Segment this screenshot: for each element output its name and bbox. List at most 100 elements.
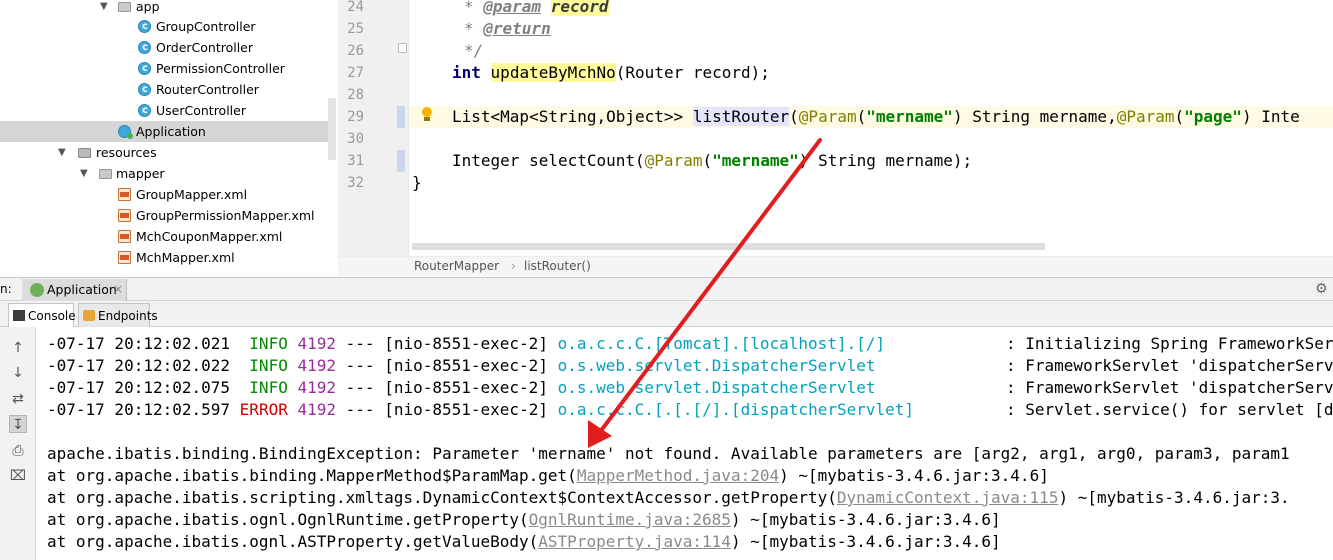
log-level: ERROR [239, 400, 288, 419]
tab-label: Console [28, 309, 76, 323]
tree-item-label: MchCouponMapper.xml [136, 229, 283, 244]
tree-item-usercontroller[interactable]: UserController [0, 100, 338, 121]
javadoc-tag: @param [483, 0, 542, 16]
code-text: ( [1174, 107, 1185, 126]
xml-file-icon [118, 230, 131, 243]
comment-text: * [464, 19, 484, 38]
chevron-down-icon[interactable]: ▼ [80, 163, 88, 184]
line-number: 25 [347, 21, 364, 37]
tree-item-resources[interactable]: ▼ resources [0, 142, 338, 163]
tree-item-label: RouterController [156, 82, 259, 97]
code-text: Integer selectCount( [452, 151, 645, 170]
line-number-gutter: 24 25 26 27 28 29 30 31 32 [338, 0, 408, 256]
log-dash: --- [345, 334, 375, 353]
code-line-32: } [412, 172, 422, 194]
log-level: INFO [249, 378, 288, 397]
scroll-to-end-icon[interactable]: ↧ [9, 415, 27, 433]
tree-item-mapper[interactable]: ▼ mapper [0, 163, 338, 184]
javadoc-param-name: record [550, 0, 609, 16]
tree-item-ordercontroller[interactable]: OrderController [0, 37, 338, 58]
code-text: } [412, 173, 422, 192]
tree-item-label: GroupPermissionMapper.xml [136, 208, 315, 223]
stack-frame-text: ) ~[mybatis-3.4.6.jar:3. [1058, 488, 1290, 507]
chevron-down-icon[interactable]: ▼ [100, 0, 108, 17]
log-pid: 4192 [297, 334, 336, 353]
log-level: INFO [249, 356, 288, 375]
tab-label: Endpoints [98, 309, 158, 323]
code-line-31: Integer selectCount(@Param("mername") St… [452, 150, 972, 172]
log-time: -07-17 20:12:02.022 [47, 356, 231, 375]
stack-frame-text: ) ~[mybatis-3.4.6.jar:3.4.6] [730, 532, 1001, 551]
gear-icon[interactable]: ⚙ [1315, 282, 1329, 296]
keyword: int [452, 63, 481, 82]
stack-frame: at org.apache.ibatis.binding.MapperMetho… [47, 465, 1049, 487]
source-link[interactable]: OgnlRuntime.java:2685 [529, 510, 731, 529]
log-message: : Initializing Spring FrameworkServ [1006, 334, 1333, 353]
log-logger: o.a.c.c.C.[.[.[/].[dispatcherServlet] [557, 400, 915, 419]
tree-item-label: resources [96, 145, 157, 160]
tree-item-mchmapper-xml[interactable]: MchMapper.xml [0, 247, 338, 268]
code-editor[interactable]: 24 25 26 27 28 29 30 31 32 * @param reco… [338, 0, 1333, 276]
scroll-up-icon[interactable]: ↑ [9, 339, 27, 357]
stack-frame-text: at org.apache.ibatis.binding.MapperMetho… [47, 466, 577, 485]
console-output[interactable]: -07-17 20:12:02.021 INFO 4192 --- [nio-8… [37, 327, 1333, 560]
breadcrumb-item[interactable]: RouterMapper [414, 257, 499, 276]
tree-item-permissioncontroller[interactable]: PermissionController [0, 58, 338, 79]
code-line-29: List<Map<String,Object>> listRouter(@Par… [452, 106, 1300, 128]
xml-file-icon [118, 188, 131, 201]
stack-frame-text: at org.apache.ibatis.scripting.xmltags.D… [47, 488, 837, 507]
tree-item-routercontroller[interactable]: RouterController [0, 79, 338, 100]
chevron-down-icon[interactable]: ▼ [58, 142, 66, 163]
stack-frame-text: ) ~[mybatis-3.4.6.jar:3.4.6] [779, 466, 1049, 485]
clear-all-icon[interactable]: ⌧ [9, 467, 27, 485]
tree-item-groupcontroller[interactable]: GroupController [0, 16, 338, 37]
tree-item-label: UserController [156, 103, 246, 118]
tab-console[interactable]: Console [8, 303, 76, 327]
console-toolbar: ↑ ↓ ⇄ ↧ ⎙ ⌧ [0, 327, 36, 560]
log-line: -07-17 20:12:02.021 INFO 4192 --- [nio-8… [47, 333, 885, 355]
log-thread: [nio-8551-exec-2] [384, 356, 548, 375]
run-tab-application[interactable]: Application × [22, 279, 127, 301]
breadcrumb-item[interactable]: listRouter() [524, 257, 591, 276]
stack-frame: at org.apache.ibatis.scripting.xmltags.D… [47, 487, 1290, 509]
close-icon[interactable]: × [113, 282, 123, 296]
tree-item-label: Application [136, 124, 206, 139]
source-link[interactable]: ASTProperty.java:114 [538, 532, 731, 551]
scroll-down-icon[interactable]: ↓ [9, 364, 27, 382]
code-text: (Router record); [615, 63, 770, 82]
log-time: -07-17 20:12:02.075 [47, 378, 231, 397]
tree-item-mchcouponmapper-xml[interactable]: MchCouponMapper.xml [0, 226, 338, 247]
comment-text: * [464, 0, 484, 16]
change-marker [397, 106, 405, 128]
folder-icon [99, 169, 112, 179]
project-tree: ▼ app GroupController OrderController Pe… [0, 0, 338, 276]
tree-item-grouppermissionmapper-xml[interactable]: GroupPermissionMapper.xml [0, 205, 338, 226]
tree-scrollbar[interactable] [328, 98, 336, 160]
method-name: updateByMchNo [490, 63, 616, 82]
fold-marker-icon[interactable] [398, 43, 407, 53]
line-number: 24 [347, 0, 364, 15]
tree-item-label: GroupController [156, 19, 256, 34]
tree-item-groupmapper-xml[interactable]: GroupMapper.xml [0, 184, 338, 205]
source-link[interactable]: MapperMethod.java:204 [577, 466, 779, 485]
tree-item-label: MchMapper.xml [136, 250, 235, 265]
tree-item-app[interactable]: ▼ app [0, 0, 338, 17]
line-number: 31 [347, 153, 364, 169]
class-icon [138, 100, 151, 121]
class-icon [138, 16, 151, 37]
source-link[interactable]: DynamicContext.java:115 [837, 488, 1059, 507]
log-logger: o.s.web.servlet.DispatcherServlet [557, 356, 876, 375]
class-icon [138, 37, 151, 58]
log-time: -07-17 20:12:02.021 [47, 334, 231, 353]
editor-horizontal-scrollbar[interactable] [412, 243, 1045, 250]
tree-item-label: app [136, 0, 160, 14]
soft-wrap-icon[interactable]: ⇄ [9, 390, 27, 408]
print-icon[interactable]: ⎙ [9, 442, 27, 460]
tree-item-application[interactable]: Application [0, 121, 328, 142]
tab-endpoints[interactable]: Endpoints [78, 303, 158, 327]
method-name: listRouter [692, 107, 790, 126]
lightbulb-icon[interactable] [421, 107, 433, 123]
stack-frame-text: at org.apache.ibatis.ognl.ASTProperty.ge… [47, 532, 539, 551]
code-text: ( [856, 107, 867, 126]
